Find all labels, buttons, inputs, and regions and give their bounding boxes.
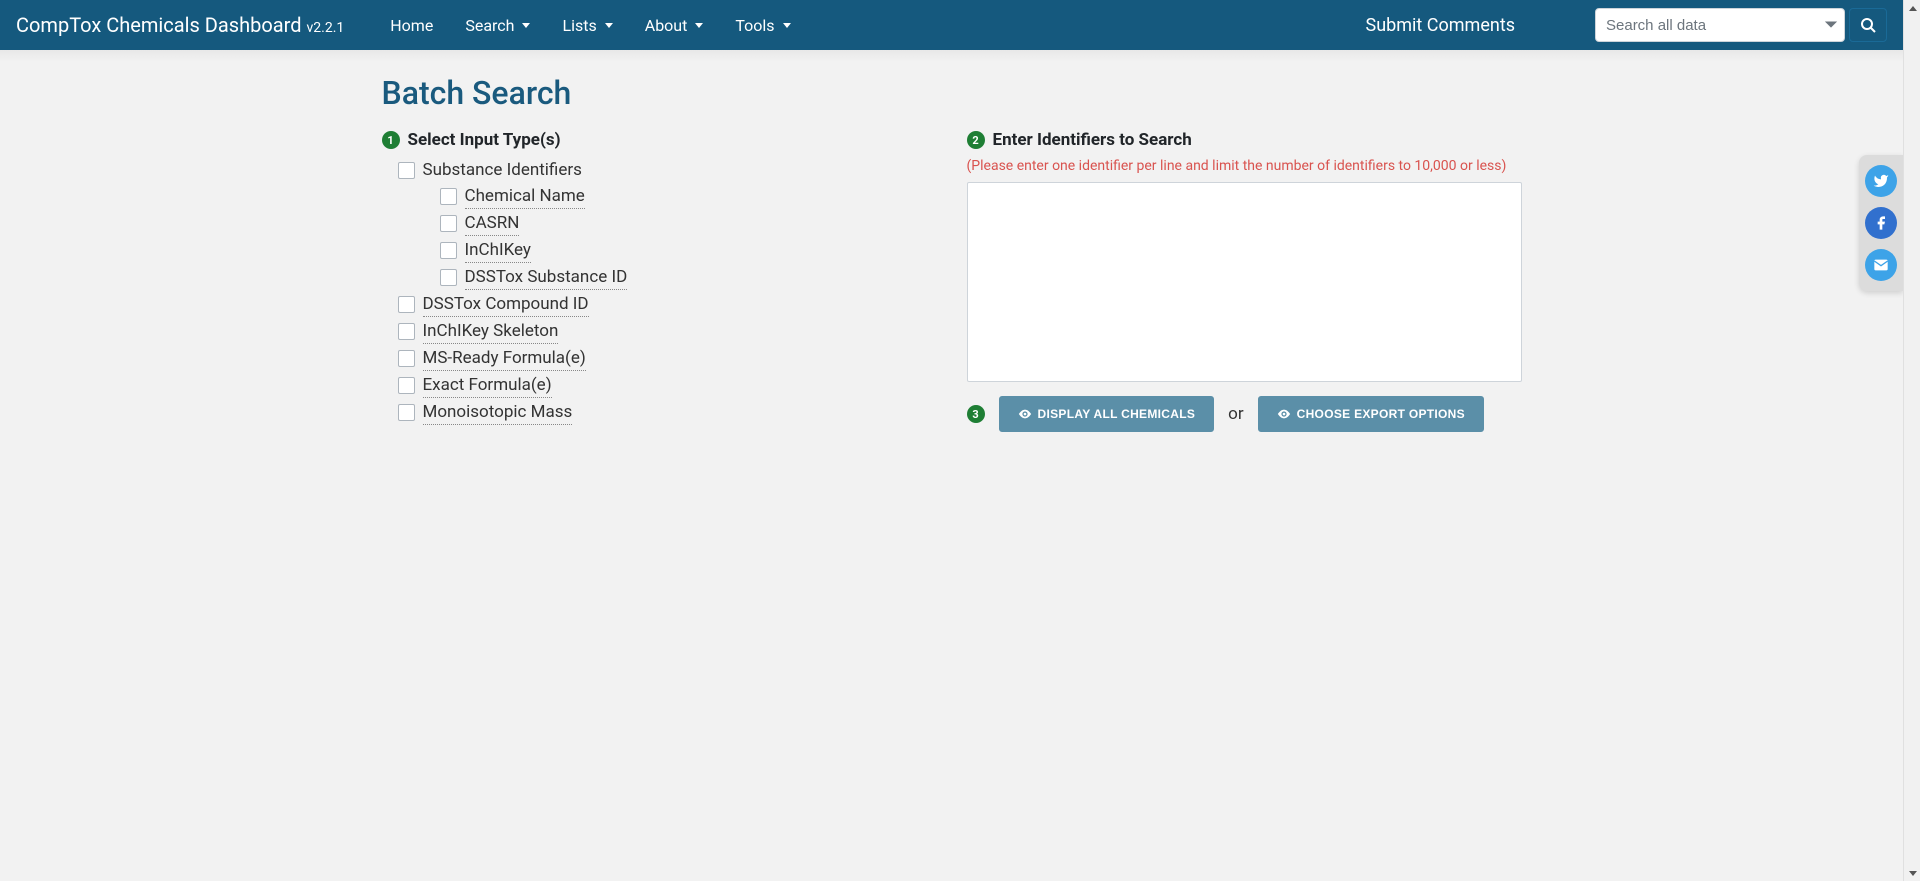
search-button[interactable] xyxy=(1849,8,1887,42)
identifiers-hint: (Please enter one identifier per line an… xyxy=(967,158,1522,174)
scroll-up-arrow[interactable] xyxy=(1904,0,1920,17)
nav-search-label: Search xyxy=(465,16,514,35)
nav-links: Home Search Lists About Tools xyxy=(374,8,806,43)
cb-casrn-row: CASRN xyxy=(440,211,937,236)
cb-chemical-name-label[interactable]: Chemical Name xyxy=(465,184,585,209)
cb-monoisotopic-mass[interactable] xyxy=(398,404,415,421)
scroll-track[interactable] xyxy=(1904,17,1920,864)
choose-export-options-button[interactable]: CHOOSE EXPORT OPTIONS xyxy=(1258,396,1484,432)
scroll-down-arrow[interactable] xyxy=(1904,864,1920,881)
action-row: 3 DISPLAY ALL CHEMICALS or xyxy=(967,396,1522,432)
cb-monoisotopic-mass-row: Monoisotopic Mass xyxy=(398,400,937,425)
vertical-scrollbar[interactable] xyxy=(1903,0,1920,881)
display-btn-label: DISPLAY ALL CHEMICALS xyxy=(1038,407,1196,421)
cb-inchikey-skeleton-row: InChIKey Skeleton xyxy=(398,319,937,344)
step-2-badge: 2 xyxy=(967,131,985,149)
cb-inchikey-label[interactable]: InChIKey xyxy=(465,238,531,263)
caret-down-icon xyxy=(695,23,703,28)
identifiers-column: 2 Enter Identifiers to Search (Please en… xyxy=(967,130,1522,432)
cb-exact-formula-label[interactable]: Exact Formula(e) xyxy=(423,373,552,398)
cb-dsstox-substance-id[interactable] xyxy=(440,269,457,286)
display-all-chemicals-button[interactable]: DISPLAY ALL CHEMICALS xyxy=(999,396,1215,432)
envelope-icon xyxy=(1873,257,1889,273)
step-1-label: Select Input Type(s) xyxy=(408,130,561,150)
export-btn-label: CHOOSE EXPORT OPTIONS xyxy=(1297,407,1465,421)
step-3-badge: 3 xyxy=(967,405,985,423)
cb-chemical-name[interactable] xyxy=(440,188,457,205)
eye-icon xyxy=(1018,407,1032,421)
search-input-wrap[interactable] xyxy=(1595,8,1845,42)
nav-about[interactable]: About xyxy=(629,8,720,43)
facebook-icon xyxy=(1873,215,1889,231)
nav-shadow xyxy=(0,50,1903,62)
cb-dsstox-compound-id[interactable] xyxy=(398,296,415,313)
facebook-button[interactable] xyxy=(1865,207,1897,239)
email-button[interactable] xyxy=(1865,249,1897,281)
nav-about-label: About xyxy=(645,16,688,35)
cb-inchikey[interactable] xyxy=(440,242,457,259)
cb-dsstox-substance-id-row: DSSTox Substance ID xyxy=(440,265,937,290)
submit-comments-link[interactable]: Submit Comments xyxy=(1346,7,1535,44)
nav-search[interactable]: Search xyxy=(449,8,546,43)
brand-title: CompTox Chemicals Dashboard xyxy=(16,13,302,37)
cb-casrn[interactable] xyxy=(440,215,457,232)
cb-ms-ready-formula-row: MS-Ready Formula(e) xyxy=(398,346,937,371)
cb-dsstox-compound-id-label[interactable]: DSSTox Compound ID xyxy=(423,292,589,317)
cb-inchikey-skeleton[interactable] xyxy=(398,323,415,340)
caret-down-icon xyxy=(522,23,530,28)
cb-casrn-label[interactable]: CASRN xyxy=(465,211,520,236)
or-text: or xyxy=(1228,404,1243,424)
cb-ms-ready-formula[interactable] xyxy=(398,350,415,367)
brand-version: v2.2.1 xyxy=(306,20,344,36)
twitter-icon xyxy=(1873,173,1889,189)
chevron-down-icon[interactable] xyxy=(1824,18,1838,32)
nav-home-label: Home xyxy=(390,16,433,35)
eye-icon xyxy=(1277,407,1291,421)
social-float xyxy=(1859,155,1903,291)
identifiers-textarea[interactable] xyxy=(967,182,1522,382)
page-title: Batch Search xyxy=(382,74,1522,112)
checkbox-list: Substance Identifiers Chemical Name CASR… xyxy=(398,158,937,425)
cb-substance-identifiers[interactable] xyxy=(398,162,415,179)
twitter-button[interactable] xyxy=(1865,165,1897,197)
step-2-label: Enter Identifiers to Search xyxy=(993,130,1192,150)
brand-link[interactable]: CompTox Chemicals Dashboard v2.2.1 xyxy=(16,13,344,37)
step-1-heading: 1 Select Input Type(s) xyxy=(382,130,937,150)
cb-inchikey-skeleton-label[interactable]: InChIKey Skeleton xyxy=(423,319,559,344)
cb-chemical-name-row: Chemical Name xyxy=(440,184,937,209)
caret-down-icon xyxy=(605,23,613,28)
search-input[interactable] xyxy=(1606,17,1816,34)
step-2-heading: 2 Enter Identifiers to Search xyxy=(967,130,1522,150)
main-container: Batch Search 1 Select Input Type(s) Subs… xyxy=(382,62,1522,432)
cb-substance-identifiers-label[interactable]: Substance Identifiers xyxy=(423,158,582,182)
nav-lists-label: Lists xyxy=(562,16,596,35)
nav-home[interactable]: Home xyxy=(374,8,449,43)
cb-substance-identifiers-row: Substance Identifiers xyxy=(398,158,937,182)
global-search xyxy=(1595,8,1887,42)
top-navbar: CompTox Chemicals Dashboard v2.2.1 Home … xyxy=(0,0,1903,50)
cb-exact-formula[interactable] xyxy=(398,377,415,394)
step-1-badge: 1 xyxy=(382,131,400,149)
cb-ms-ready-formula-label[interactable]: MS-Ready Formula(e) xyxy=(423,346,586,371)
cb-exact-formula-row: Exact Formula(e) xyxy=(398,373,937,398)
caret-down-icon xyxy=(783,23,791,28)
cb-monoisotopic-mass-label[interactable]: Monoisotopic Mass xyxy=(423,400,573,425)
cb-inchikey-row: InChIKey xyxy=(440,238,937,263)
search-icon xyxy=(1860,17,1876,33)
cb-dsstox-compound-id-row: DSSTox Compound ID xyxy=(398,292,937,317)
nav-tools-label: Tools xyxy=(735,16,774,35)
nav-lists[interactable]: Lists xyxy=(546,8,628,43)
input-types-column: 1 Select Input Type(s) Substance Identif… xyxy=(382,130,937,432)
nav-tools[interactable]: Tools xyxy=(719,8,806,43)
cb-dsstox-substance-id-label[interactable]: DSSTox Substance ID xyxy=(465,265,628,290)
